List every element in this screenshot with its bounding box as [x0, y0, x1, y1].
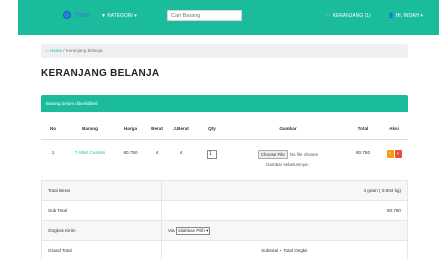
- edit-button[interactable]: !: [386, 149, 394, 158]
- breadcrumb-current: Keranjang Belanja: [65, 48, 103, 53]
- col-harga: Harga: [115, 118, 146, 140]
- breadcrumb-separator: /: [63, 48, 65, 53]
- summary-row-subtotal: Sub Total 80.750: [41, 200, 408, 221]
- total-berat-label: Total Berat: [41, 180, 162, 201]
- shipping-select-value: Silahkan Pilih: [177, 227, 205, 233]
- search-input[interactable]: [167, 10, 242, 21]
- col-barang: Barang: [65, 118, 115, 140]
- panel-title: Barang belum dibeli/dibeli: [46, 101, 98, 106]
- subtotal-label: Sub Total: [41, 200, 162, 221]
- logo-text[interactable]: TOKO: [75, 13, 90, 19]
- cell-berat: 4: [155, 149, 159, 155]
- col-berat: Berat: [146, 118, 168, 140]
- gambar-caption: Gambar sebelumnya :: [265, 161, 311, 167]
- col-aksi: Aksi: [380, 118, 408, 140]
- grand-total-label: Grand Total: [41, 240, 162, 259]
- col-gambar: Gambar: [230, 118, 346, 140]
- ongkos-label: Ongkos Kirim: [41, 220, 162, 241]
- summary-row-grand: Grand Total Subtotal + Total Ongkir: [41, 240, 408, 259]
- cart-table: No Barang Harga Berat J.Berat Qty Gambar…: [41, 118, 408, 169]
- choose-file-button[interactable]: Choose File: [257, 149, 288, 159]
- col-qty: Qty: [194, 118, 230, 140]
- shipping-select[interactable]: Silahkan Pilih ▾: [175, 226, 211, 235]
- summary-table: Total Berat 4 gram ( 0.004 kg) Sub Total…: [41, 180, 408, 259]
- delete-button[interactable]: ×: [394, 149, 402, 158]
- subtotal-value: 80.750: [161, 200, 408, 221]
- cell-qty: 1: [194, 139, 230, 169]
- summary-row-berat: Total Berat 4 gram ( 0.004 kg): [41, 180, 408, 201]
- via-label: Via: [168, 227, 175, 233]
- table-header-row: No Barang Harga Berat J.Berat Qty Gambar…: [41, 118, 408, 140]
- breadcrumb-home[interactable]: ⌂ Home: [46, 48, 62, 53]
- col-total: Total: [346, 118, 380, 140]
- total-berat-value: 4 gram ( 0.004 kg): [161, 180, 408, 201]
- qty-input[interactable]: 1: [207, 149, 217, 159]
- cell-gambar: Choose File No file chosen Gambar sebelu…: [230, 139, 346, 169]
- nav-kategori[interactable]: ▼ KATEGORI ▾: [101, 13, 137, 19]
- page-title: KERANJANG BELANJA: [41, 68, 160, 79]
- chevron-down-icon: ▾: [206, 227, 209, 233]
- breadcrumb: ⌂ Home / Keranjang Belanja: [41, 44, 408, 58]
- nav-user-menu[interactable]: 👤 HI, INDAH ▾: [388, 13, 423, 19]
- cell-aksi: ! ×: [380, 139, 408, 169]
- nav-keranjang[interactable]: 🛒 KERANJANG (1): [325, 13, 371, 19]
- cell-harga: 80.750: [123, 149, 138, 155]
- cell-barang-link[interactable]: T-Shirt Custom: [65, 139, 115, 169]
- cell-total: 80.750: [355, 149, 371, 155]
- cell-jberat: 4: [179, 149, 183, 155]
- ongkos-cell: Via Silahkan Pilih ▾: [161, 220, 408, 241]
- file-status: No file chosen: [289, 151, 319, 157]
- logo-icon[interactable]: [63, 11, 71, 19]
- navbar: TOKO ▼ KATEGORI ▾ 🛒 KERANJANG (1) 👤 HI, …: [18, 0, 439, 35]
- cell-no: 1: [51, 149, 55, 155]
- col-jberat: J.Berat: [168, 118, 194, 140]
- col-no: No: [41, 118, 65, 140]
- panel-heading: Barang belum dibeli/dibeli: [41, 95, 408, 112]
- table-row: 1 T-Shirt Custom 80.750 4 4 1 Choose Fil…: [41, 139, 408, 169]
- grand-total-value: Subtotal + Total Ongkir: [161, 240, 408, 259]
- summary-row-ongkir: Ongkos Kirim Via Silahkan Pilih ▾: [41, 220, 408, 241]
- file-upload: Choose File No file chosen: [230, 149, 346, 159]
